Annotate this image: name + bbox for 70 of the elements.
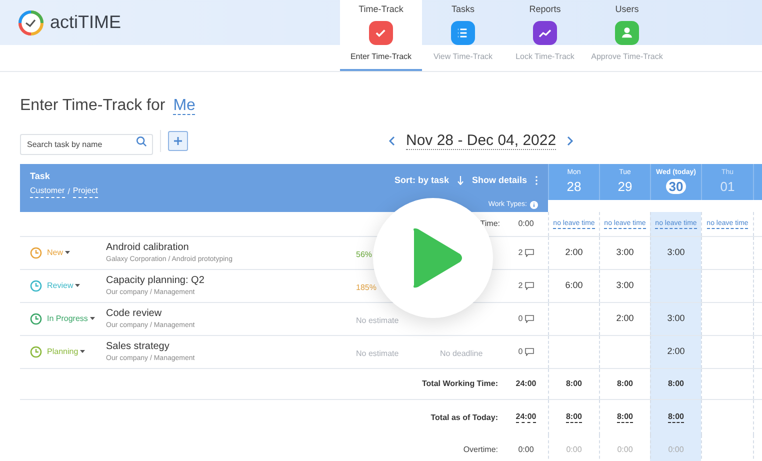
add-button[interactable] [168, 131, 188, 151]
estimate-text: 56% [356, 250, 372, 259]
day-total: 8:00 [616, 378, 633, 390]
estimate-text: 185% [356, 283, 376, 292]
plus-icon [173, 136, 183, 146]
page-title: Enter Time-Track for [20, 96, 166, 116]
hours-cell[interactable]: 2:00 [650, 336, 701, 368]
logo-text: actiTIME [50, 11, 122, 34]
user-icon [615, 20, 639, 44]
caret-icon [80, 350, 86, 354]
clock-logo-icon [18, 10, 44, 36]
day-total: 0:00 [668, 444, 684, 456]
chart-icon [533, 20, 557, 44]
nav-tab[interactable]: Tasks [422, 0, 504, 45]
nav-tab[interactable]: Users [586, 0, 668, 45]
leave-time-label: Time: [479, 218, 501, 230]
task-name[interactable]: Capacity planning: Q2 [106, 273, 348, 288]
caret-icon [75, 284, 80, 288]
search-field[interactable]: Search task by name [20, 134, 153, 154]
task-name[interactable]: Android calibration [106, 240, 348, 256]
comment-icon[interactable] [524, 282, 534, 290]
chevron-left-icon[interactable] [388, 136, 396, 146]
leave-time-total: 0:00 [517, 218, 535, 230]
day-total: 8:00 [566, 378, 582, 390]
day-total: 8:00 [668, 412, 684, 423]
caret-icon [65, 251, 70, 255]
comment-icon[interactable] [524, 315, 534, 323]
totals-label: Total as of Today: [430, 412, 499, 424]
more-icon[interactable] [535, 176, 538, 186]
day-total: 0:00 [617, 444, 633, 456]
separator-text: / [68, 186, 70, 198]
hours-cell[interactable]: 6:00 [548, 270, 599, 302]
hours-cell[interactable] [650, 270, 701, 302]
totals-label: Overtime: [462, 444, 499, 456]
comment-icon[interactable] [524, 249, 534, 257]
comment-count: 2 [518, 247, 523, 259]
task-heading: Task [30, 170, 51, 183]
totals-value: 0:00 [518, 444, 534, 456]
info-icon[interactable] [530, 200, 538, 209]
date-range[interactable]: Nov 28 - Dec 04, 2022 [406, 132, 556, 150]
totals-value: 24:00 [516, 412, 536, 423]
nav-tab[interactable]: Time-Track [340, 0, 422, 45]
comment-icon[interactable] [524, 348, 534, 356]
list-icon [451, 20, 475, 44]
search-icon[interactable] [136, 136, 147, 146]
day-total: 8:00 [668, 378, 684, 390]
hours-cell[interactable]: 2:00 [548, 237, 599, 269]
estimate-text: No estimate [356, 316, 399, 325]
task-name[interactable]: Code review [106, 306, 348, 322]
day-total: 8:00 [616, 412, 633, 423]
nav-tab[interactable]: Reports [504, 0, 586, 45]
totals-label: Total Working Time: [420, 378, 499, 390]
comment-count: 2 [518, 280, 523, 292]
hours-cell[interactable]: 3:00 [650, 303, 701, 335]
day-total: 0:00 [566, 444, 582, 456]
chevron-right-icon[interactable] [566, 136, 574, 146]
comment-count: 0 [518, 346, 523, 358]
day-header [753, 164, 762, 200]
user-link[interactable]: Me [173, 97, 196, 115]
arrow-down-icon[interactable] [456, 176, 464, 186]
day-total: 8:00 [566, 412, 582, 423]
check-icon [369, 20, 393, 44]
totals-value: 24:00 [516, 378, 536, 390]
deadline-text: No deadline [440, 349, 483, 358]
caret-icon [90, 317, 95, 321]
comment-count: 0 [518, 313, 523, 325]
hours-cell[interactable]: 3:00 [650, 237, 701, 269]
estimate-text: No estimate [356, 349, 399, 358]
task-name[interactable]: Sales strategy [106, 339, 348, 354]
subnav-tab[interactable]: Enter Time-Track [340, 45, 422, 71]
